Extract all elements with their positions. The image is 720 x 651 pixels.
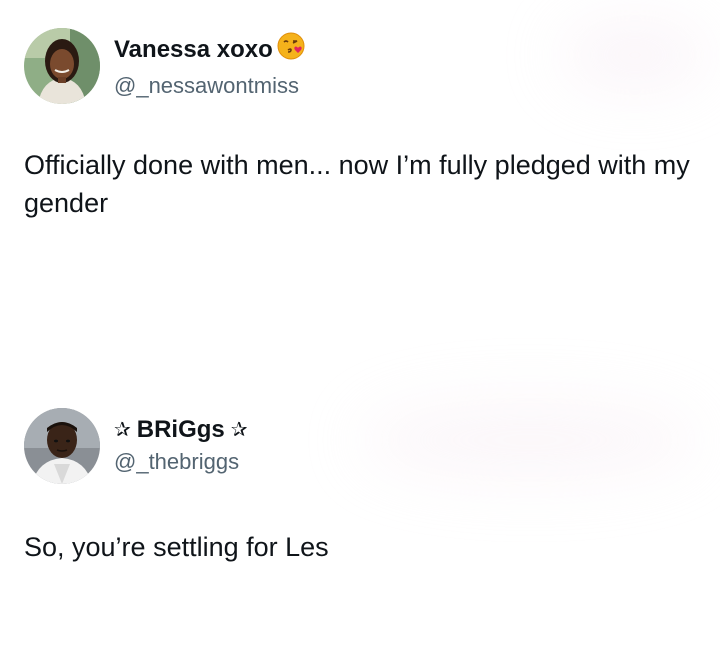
kissing-face-icon [276,31,306,69]
avatar[interactable] [24,28,100,104]
display-name-text: BRiGgs [136,416,225,443]
star-decoration: ✰ [114,419,131,441]
tweet-text: Officially done with men... now I’m full… [24,150,690,218]
handle[interactable]: @_thebriggs [114,447,248,477]
handle[interactable]: @_nessawontmiss [114,71,306,101]
tweet-header: Vanessa xoxo @_nessawontmiss [24,26,306,106]
tweet-card: Vanessa xoxo @_nessawontmiss Officially … [0,0,720,300]
display-name[interactable]: Vanessa xoxo [114,31,306,69]
tweet-header: ✰ BRiGgs ✰ @_thebriggs [24,406,248,486]
avatar[interactable] [24,408,100,484]
star-decoration: ✰ [230,419,248,441]
author-info: ✰ BRiGgs ✰ @_thebriggs [114,415,248,477]
display-name-text: Vanessa xoxo [114,36,273,63]
tweet-card: ✰ BRiGgs ✰ @_thebriggs So, you’re settli… [0,380,720,651]
author-info: Vanessa xoxo @_nessawontmiss [114,31,306,101]
display-name[interactable]: ✰ BRiGgs ✰ [114,415,248,445]
tweet-text: So, you’re settling for Les [24,532,329,562]
